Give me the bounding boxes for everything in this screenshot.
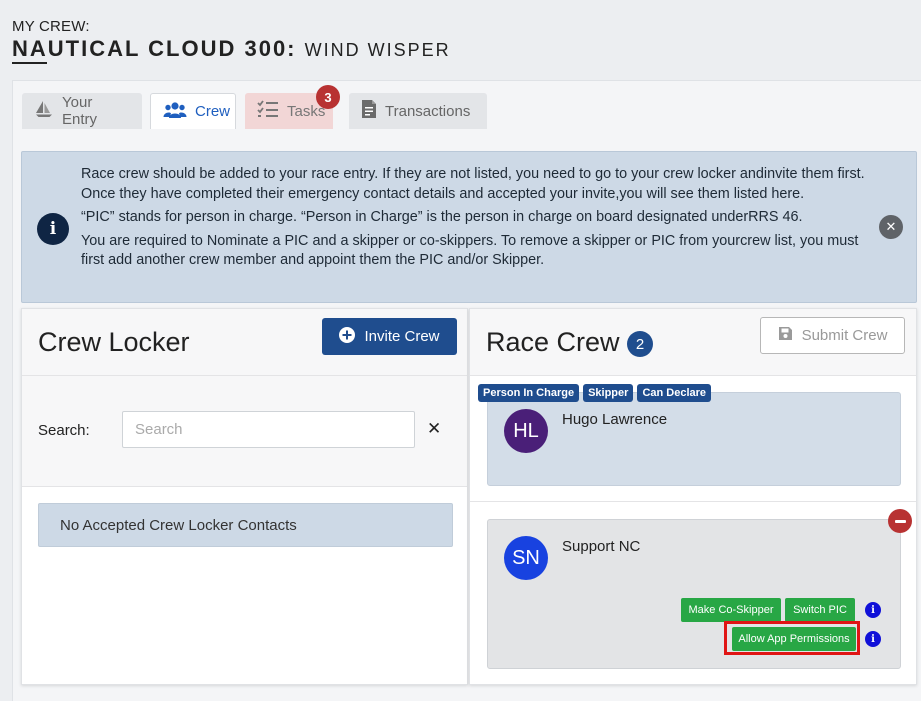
crew-member-name: Hugo Lawrence bbox=[562, 411, 668, 428]
tab-transactions[interactable]: Transactions bbox=[349, 93, 487, 129]
event-title: NAUTICAL CLOUD 300: bbox=[12, 36, 297, 61]
avatar: HL bbox=[504, 409, 548, 453]
search-input[interactable] bbox=[122, 411, 415, 448]
pic-tag: Person In Charge bbox=[478, 384, 580, 402]
race-crew-count-badge: 2 bbox=[627, 331, 653, 357]
close-icon[interactable]: ✕ bbox=[879, 215, 903, 239]
race-crew-header: Race Crew 2 Submit Crew bbox=[470, 309, 916, 376]
empty-locker-message: No Accepted Crew Locker Contacts bbox=[38, 503, 453, 547]
tab-label: Transactions bbox=[385, 102, 471, 120]
crew-locker-title: Crew Locker bbox=[38, 327, 190, 357]
info-icon[interactable]: i bbox=[865, 602, 881, 618]
crew-member-card-hugo bbox=[487, 392, 901, 486]
boat-name: WIND WISPER bbox=[304, 40, 451, 60]
plus-circle-icon bbox=[339, 326, 356, 347]
can-declare-tag: Can Declare bbox=[637, 384, 712, 402]
title-underline bbox=[12, 62, 47, 64]
receipt-icon bbox=[361, 99, 377, 123]
info-icon[interactable]: i bbox=[865, 631, 881, 647]
crew-label: MY CREW: bbox=[12, 18, 90, 35]
search-area: Search: ✕ bbox=[22, 376, 467, 487]
crew-locker-header: Crew Locker Invite Crew bbox=[22, 309, 467, 376]
info-paragraph: You are required to Nominate a PIC and a… bbox=[81, 232, 859, 269]
task-list-icon bbox=[257, 100, 279, 122]
clear-search-icon[interactable]: ✕ bbox=[427, 419, 441, 439]
tab-crew[interactable]: Crew bbox=[150, 93, 236, 129]
users-icon bbox=[163, 101, 187, 123]
skipper-tag: Skipper bbox=[583, 384, 634, 402]
search-label: Search: bbox=[38, 422, 90, 439]
make-co-skipper-button[interactable]: Make Co-Skipper bbox=[681, 598, 781, 622]
race-crew-panel: Race Crew 2 Submit Crew Person In Charge… bbox=[469, 308, 917, 685]
save-icon bbox=[778, 326, 793, 345]
role-tags: Person In Charge Skipper Can Declare bbox=[478, 384, 712, 402]
page-title: NAUTICAL CLOUD 300: WIND WISPER bbox=[12, 36, 451, 62]
avatar: SN bbox=[504, 536, 548, 580]
info-paragraph: Race crew should be added to your race e… bbox=[81, 166, 865, 202]
info-alert: i Race crew should be added to your race… bbox=[21, 151, 917, 303]
tab-label: Crew bbox=[195, 103, 231, 120]
sailboat-icon bbox=[34, 99, 54, 123]
info-paragraph: “PIC” stands for person in charge. “Pers… bbox=[81, 209, 803, 225]
submit-crew-button[interactable]: Submit Crew bbox=[760, 317, 905, 354]
minus-icon bbox=[894, 519, 906, 523]
crew-locker-panel: Crew Locker Invite Crew Search: ✕ No Acc… bbox=[21, 308, 468, 685]
invite-crew-button[interactable]: Invite Crew bbox=[322, 318, 457, 355]
race-crew-title: Race Crew bbox=[486, 327, 620, 357]
allow-app-permissions-button[interactable]: Allow App Permissions bbox=[732, 627, 856, 651]
info-icon: i bbox=[37, 213, 69, 245]
tasks-count-badge: 3 bbox=[316, 85, 340, 109]
tab-your-entry[interactable]: Your Entry bbox=[22, 93, 142, 129]
tab-label: Your Entry bbox=[62, 94, 98, 128]
remove-member-button[interactable] bbox=[888, 509, 912, 533]
info-text: Race crew should be added to your race e… bbox=[81, 165, 871, 275]
switch-pic-button[interactable]: Switch PIC bbox=[785, 598, 855, 622]
invite-crew-label: Invite Crew bbox=[364, 328, 440, 345]
crew-member-name: Support NC bbox=[562, 538, 641, 555]
submit-crew-label: Submit Crew bbox=[801, 327, 888, 344]
